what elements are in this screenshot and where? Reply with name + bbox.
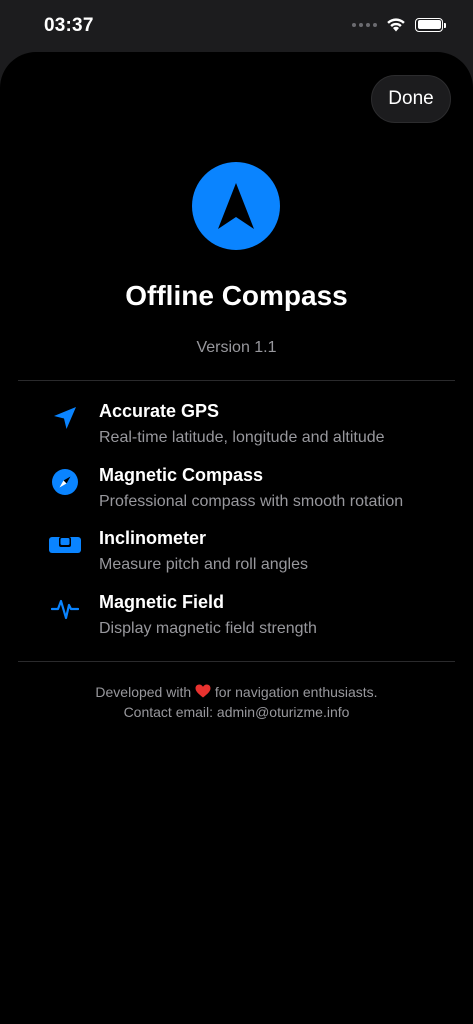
app-version: Version 1.1 xyxy=(196,339,277,356)
feature-magnetic-field: Magnetic Field Display magnetic field st… xyxy=(0,592,473,652)
heart-icon xyxy=(195,684,211,698)
done-button[interactable]: Done xyxy=(371,75,451,123)
app-logo-icon xyxy=(192,162,280,250)
about-sheet: Done Offline Compass Version 1.1 Accurat… xyxy=(0,52,473,1024)
feature-inclinometer: Inclinometer Measure pitch and roll angl… xyxy=(0,528,473,588)
compass-icon xyxy=(48,467,82,497)
footer-contact-email[interactable]: Contact email: admin@oturizme.info xyxy=(0,702,473,722)
battery-icon xyxy=(415,17,446,32)
feature-desc: Measure pitch and roll angles xyxy=(99,556,309,573)
status-bar: 03:37 xyxy=(0,0,473,52)
divider-top xyxy=(18,380,455,381)
status-icons xyxy=(352,17,446,32)
footer-text: Developed with xyxy=(95,684,196,700)
feature-desc: Professional compass with smooth rotatio… xyxy=(99,493,404,510)
feature-title: Magnetic Field xyxy=(99,592,225,612)
wifi-icon xyxy=(387,18,405,32)
level-icon xyxy=(48,530,82,560)
feature-desc: Display magnetic field strength xyxy=(99,620,317,637)
feature-desc: Real-time latitude, longitude and altitu… xyxy=(99,429,385,446)
footer-line-1: Developed with for navigation enthusiast… xyxy=(0,682,473,702)
divider-bottom xyxy=(18,661,455,662)
footer-text: for navigation enthusiasts. xyxy=(211,684,378,700)
signal-dots-icon xyxy=(352,22,377,27)
waveform-icon xyxy=(48,594,82,624)
feature-title: Magnetic Compass xyxy=(99,465,264,485)
feature-title: Inclinometer xyxy=(99,528,207,548)
feature-magnetic-compass: Magnetic Compass Professional compass wi… xyxy=(0,465,473,525)
feature-title: Accurate GPS xyxy=(99,401,220,421)
feature-accurate-gps: Accurate GPS Real-time latitude, longitu… xyxy=(0,401,473,461)
app-title: Offline Compass xyxy=(125,280,348,311)
status-time: 03:37 xyxy=(44,15,94,36)
footer-credits: Developed with for navigation enthusiast… xyxy=(0,682,473,722)
location-arrow-icon xyxy=(48,403,82,433)
